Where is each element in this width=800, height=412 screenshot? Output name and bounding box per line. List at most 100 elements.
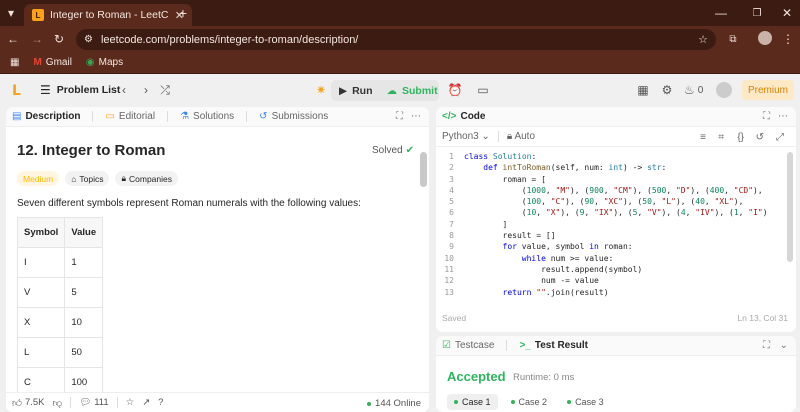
code-line: ] [464, 219, 508, 229]
close-window-icon[interactable]: ✕ [780, 6, 794, 20]
problem-list-button[interactable]: ☰ Problem List [40, 83, 120, 97]
expand-code-icon[interactable]: ⛶ [763, 111, 770, 122]
notes-icon[interactable]: ▭ [476, 83, 490, 97]
description-tabs: ▤ Description ▭ Editorial ⚗ Solutions ↺ Subm… [6, 107, 429, 127]
shuffle-icon[interactable]: ⤮ [158, 83, 172, 97]
browser-tab-strip: ▾ L Integer to Roman - LeetCode ✕ + — ❐ … [0, 0, 800, 26]
prev-problem-icon[interactable]: ‹ [118, 83, 130, 97]
code-line: result.append(symbol) [464, 264, 643, 274]
line-number: 13 [444, 287, 454, 297]
submit-button[interactable]: ☁ Submit [381, 85, 444, 97]
comment-icon: 💬︎ [79, 397, 92, 408]
next-problem-icon[interactable]: › [140, 83, 152, 97]
collapse-result-icon[interactable]: ⌄ [780, 340, 788, 351]
new-tab-icon[interactable]: + [176, 5, 190, 21]
tab-menu-icon[interactable]: ▾ [4, 6, 18, 20]
table-header: Value [64, 217, 104, 248]
share-icon[interactable]: ↗ [142, 397, 150, 408]
tab-description[interactable]: ▤ Description [12, 111, 80, 122]
code-brackets-icon: </> [442, 111, 457, 122]
expand-panel-icon[interactable]: ⛶ [396, 111, 403, 122]
code-editor[interactable]: 1 class Solution: 2 def intToRoman(self, … [436, 151, 786, 298]
braces-icon[interactable]: {} [737, 132, 744, 143]
reload-icon[interactable]: ↻ [52, 32, 66, 46]
thumbs-up-icon: 👍︎ [12, 397, 22, 409]
thumbs-down-icon: 👎︎ [52, 397, 63, 409]
premium-button[interactable]: Premium [742, 80, 794, 100]
fullscreen-code-icon[interactable]: ⤢ [776, 132, 784, 143]
layout-icon[interactable]: ▦ [636, 83, 650, 97]
user-avatar[interactable] [716, 82, 732, 98]
site-info-icon[interactable]: ⚙ [84, 34, 93, 45]
browser-tab[interactable]: L Integer to Roman - LeetCode ✕ [24, 4, 192, 26]
debug-icon[interactable]: ✷ [314, 83, 328, 97]
online-count: 144 Online [367, 398, 421, 409]
profile-avatar[interactable] [758, 31, 772, 45]
gmail-icon: M [33, 57, 42, 68]
dislike-button[interactable]: 👎︎ [52, 397, 62, 409]
back-icon[interactable]: ← [6, 32, 20, 46]
settings-gear-icon[interactable]: ⚙ [660, 83, 674, 97]
topics-tag[interactable]: ⌂ Topics [65, 171, 110, 186]
expand-result-icon[interactable]: ⛶ [763, 340, 770, 351]
bookmark-gmail[interactable]: M Gmail [33, 57, 71, 68]
minimize-icon[interactable]: — [714, 6, 728, 20]
tab-title: Integer to Roman - LeetCode [50, 9, 169, 21]
tab-submissions[interactable]: ↺ Submissions [259, 111, 328, 122]
case-tab-3[interactable]: Case 3 [560, 394, 611, 410]
favorite-star-icon[interactable]: ☆ [126, 397, 135, 408]
restore-icon[interactable]: ❐ [750, 6, 764, 20]
forward-icon[interactable]: → [30, 32, 44, 46]
code-line: (1000, "M"), (900, "CM"), (500, "D"), (4… [464, 185, 763, 195]
code-tab[interactable]: </> Code [442, 111, 485, 122]
runtime-text: Runtime: 0 ms [513, 372, 575, 383]
table-row: V5 [16, 277, 104, 308]
bookmark-star-icon[interactable]: ☆ [698, 33, 708, 46]
code-line: while num >= value: [521, 253, 614, 263]
case-tab-1[interactable]: Case 1 [447, 394, 498, 410]
companies-tag[interactable]: 🔒︎ Companies [115, 171, 178, 186]
code-scrollbar[interactable] [787, 152, 793, 262]
list-icon: ☰ [40, 83, 51, 97]
run-button[interactable]: ▶ Run [331, 85, 381, 97]
extensions-icon[interactable]: ⧉ [726, 32, 740, 46]
line-number: 5 [449, 197, 454, 207]
address-bar[interactable]: ⚙ leetcode.com/problems/integer-to-roman… [76, 29, 716, 50]
pass-dot [510, 400, 515, 404]
leetcode-logo-icon[interactable]: ᒪ [12, 82, 26, 98]
bookmark-maps[interactable]: ◉ Maps [86, 57, 123, 68]
pass-dot [567, 400, 572, 404]
code-line: (10, "X"), (9, "IX"), (5, "V"), (4, "IV"… [464, 208, 768, 218]
line-number: 1 [449, 152, 454, 161]
language-select[interactable]: Python3 ⌄ [442, 131, 490, 142]
tab-testcase[interactable]: ☑ Testcase [442, 340, 494, 351]
code-line: (100, "C"), (90, "XC"), (50, "L"), (40, … [464, 197, 744, 207]
format-code-icon[interactable]: ≡ [700, 132, 706, 143]
flask-icon: ⚗ [180, 111, 190, 122]
panel-menu-icon[interactable]: ⋯ [411, 111, 421, 122]
check-circle-icon: ✔ [405, 145, 414, 156]
code-menu-icon[interactable]: ⋯ [778, 111, 788, 122]
code-line: num -= value [464, 276, 599, 286]
code-line: class Solution: [464, 152, 537, 161]
help-icon[interactable]: ? [158, 397, 163, 408]
line-number: 7 [449, 219, 454, 229]
checkbox-icon: ☑ [442, 340, 451, 351]
tab-solutions[interactable]: ⚗ Solutions [180, 111, 234, 122]
streak-counter[interactable]: ♨ 0 [684, 83, 703, 97]
like-button[interactable]: 👍︎ 7.5K [12, 397, 44, 409]
bookmark-icon[interactable]: ⌗ [718, 132, 724, 143]
lock-icon: 🔒︎ [121, 173, 126, 183]
reset-code-icon[interactable]: ↺ [756, 132, 764, 143]
timer-icon[interactable]: ⏰ [448, 83, 463, 97]
comments-button[interactable]: 💬︎ 111 [79, 397, 109, 408]
case-tab-2[interactable]: Case 2 [504, 394, 555, 410]
auto-mode-toggle[interactable]: 🔒︎ Auto [507, 131, 535, 142]
description-scrollbar[interactable] [420, 152, 427, 187]
tab-editorial[interactable]: ▭ Editorial [105, 111, 155, 122]
apps-grid-icon[interactable]: ▦ [10, 57, 19, 68]
more-menu-icon[interactable]: ⋮ [782, 32, 794, 46]
tab-test-result[interactable]: >_ Test Result [519, 340, 588, 351]
table-header: Symbol [16, 217, 66, 248]
code-line: result = [] [464, 231, 556, 241]
